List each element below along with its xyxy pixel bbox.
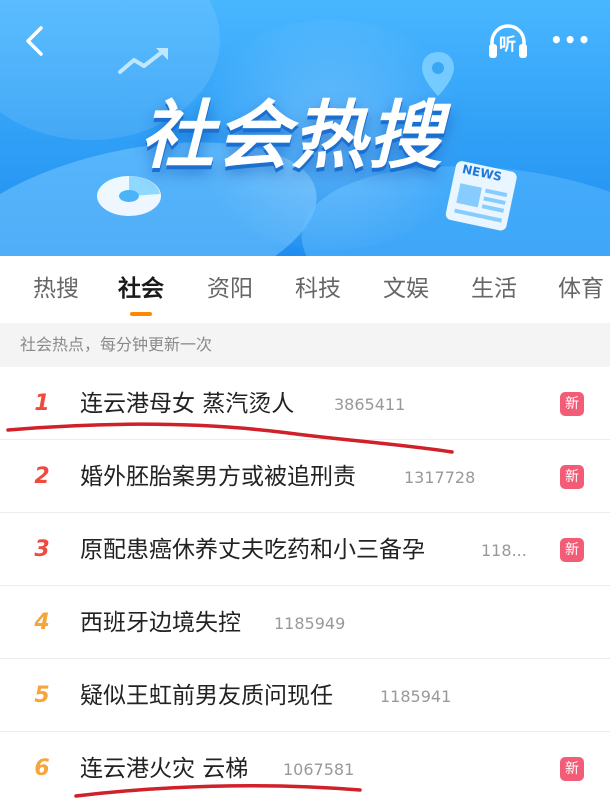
more-icon: ••• — [550, 28, 592, 52]
list-item-title: 婚外胚胎案男方或被追刑责 — [80, 464, 356, 490]
list-item[interactable]: 5 疑似王虹前男友质问现任 1185941 — [0, 659, 610, 732]
list-item-title: 西班牙边境失控 — [80, 610, 241, 636]
rank-number: 2 — [34, 464, 50, 489]
list-item-title: 原配患癌休养丈夫吃药和小三备孕 — [80, 537, 425, 563]
tab-society[interactable]: 社会 — [118, 272, 164, 306]
new-badge: 新 — [560, 757, 584, 781]
tab-sports[interactable]: 体育 — [558, 272, 604, 306]
new-badge: 新 — [560, 465, 584, 489]
heat-count: 1067581 — [283, 760, 355, 779]
section-hint: 社会热点，每分钟更新一次 — [0, 323, 610, 367]
list-item-title: 连云港火灾 云梯 — [80, 756, 249, 782]
tab-ziyang[interactable]: 资阳 — [207, 272, 253, 306]
listen-label: 听 — [499, 35, 516, 55]
tab-technology[interactable]: 科技 — [295, 272, 341, 306]
new-badge: 新 — [560, 392, 584, 416]
heat-count: 118... — [481, 541, 527, 560]
heat-count: 1185941 — [380, 687, 452, 706]
list-item[interactable]: 4 西班牙边境失控 1185949 — [0, 586, 610, 659]
list-item[interactable]: 1 连云港母女 蒸汽烫人 3865411 新 — [0, 367, 610, 440]
back-button[interactable] — [18, 24, 52, 58]
rank-number: 6 — [34, 756, 50, 781]
listen-button[interactable]: 听 — [486, 22, 530, 62]
rank-number: 5 — [34, 683, 50, 708]
heat-count: 1317728 — [404, 468, 476, 487]
active-tab-indicator — [130, 312, 152, 316]
chevron-left-icon — [26, 26, 43, 56]
category-tabs: 热搜 社会 资阳 科技 文娱 生活 体育 — [0, 256, 610, 322]
trend-chart-icon — [118, 48, 168, 74]
heat-count: 1185949 — [274, 614, 346, 633]
list-item-title: 疑似王虹前男友质问现任 — [80, 683, 333, 709]
tab-life[interactable]: 生活 — [471, 272, 517, 306]
rank-number: 3 — [34, 537, 50, 562]
new-badge: 新 — [560, 538, 584, 562]
rank-number: 4 — [34, 610, 50, 635]
page-title: 社会热搜 — [140, 93, 444, 179]
list-item[interactable]: 2 婚外胚胎案男方或被追刑责 1317728 新 — [0, 440, 610, 513]
list-item[interactable]: 6 连云港火灾 云梯 1067581 新 — [0, 732, 610, 800]
more-options-button[interactable]: ••• — [548, 24, 592, 58]
heat-count: 3865411 — [334, 395, 406, 414]
header-banner: NEWS 听 ••• 社会热搜 — [0, 0, 610, 256]
tab-hot-search[interactable]: 热搜 — [33, 272, 79, 306]
rank-number: 1 — [34, 391, 50, 416]
tab-entertainment[interactable]: 文娱 — [383, 272, 429, 306]
list-item-title: 连云港母女 蒸汽烫人 — [80, 391, 295, 417]
list-item[interactable]: 3 原配患癌休养丈夫吃药和小三备孕 118... 新 — [0, 513, 610, 586]
